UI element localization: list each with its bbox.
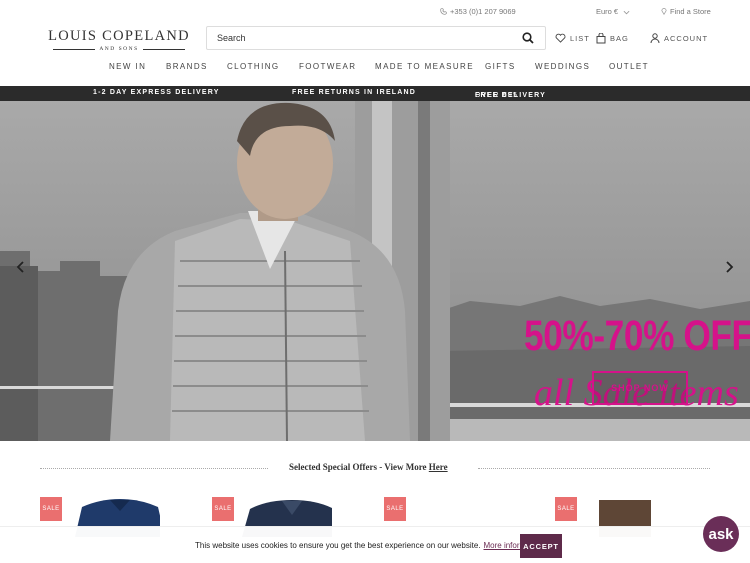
special-offers-heading: Selected Special Offers - View More Here: [40, 462, 710, 474]
main-nav: NEW IN BRANDS CLOTHING FOOTWEAR MADE TO …: [0, 60, 750, 74]
bag-label: BAG: [610, 34, 629, 43]
wishlist-label: LIST: [570, 33, 590, 43]
utility-bar: +353 (0)1 207 9069 Euro € Find a Store: [0, 0, 750, 22]
view-more-link[interactable]: Here: [429, 462, 448, 472]
prev-slide-button[interactable]: [12, 259, 28, 275]
divider-right: [478, 468, 710, 469]
sale-badge: SALE: [384, 497, 406, 521]
chat-button[interactable]: ask: [703, 516, 739, 552]
user-icon: [650, 33, 660, 43]
cookie-banner: This website uses cookies to ensure you …: [0, 526, 750, 563]
hero-banner[interactable]: 50%-70% OFF all Sale items SHOP NOW: [0, 101, 750, 441]
accept-cookies-button[interactable]: ACCEPT: [520, 534, 562, 558]
nav-new-in[interactable]: NEW IN: [109, 62, 146, 71]
special-offers-title: Selected Special Offers - View More Here: [289, 462, 448, 472]
phone-icon: [440, 8, 447, 15]
wishlist-link[interactable]: LIST: [555, 33, 590, 43]
nav-clothing[interactable]: CLOTHING: [227, 62, 280, 71]
heart-icon: [555, 33, 566, 43]
bag-icon: [596, 33, 606, 44]
account-label: ACCOUNT: [664, 33, 709, 43]
nav-outlet[interactable]: OUTLET: [609, 62, 649, 71]
nav-brands[interactable]: BRANDS: [166, 62, 208, 71]
promo-strip: 1-2 DAY EXPRESS DELIVERY FREE RETURNS IN…: [0, 86, 750, 101]
offers-title-text: Selected Special Offers - View More: [289, 462, 427, 472]
account-link[interactable]: ACCOUNT: [650, 33, 708, 43]
nav-gifts[interactable]: GIFTS: [485, 62, 516, 71]
chevron-down-icon: [623, 10, 630, 15]
nav-weddings[interactable]: WEDDINGS: [535, 62, 590, 71]
find-store-label: Find a Store: [670, 7, 711, 16]
search-box: [206, 26, 546, 50]
nav-made-to-measure[interactable]: MADE TO MEASURE: [375, 62, 474, 71]
search-icon[interactable]: [522, 32, 534, 44]
find-store-link[interactable]: Find a Store: [661, 7, 711, 16]
next-slide-button[interactable]: [722, 259, 738, 275]
logo-sub: AND SONS: [41, 46, 197, 52]
divider-left: [40, 468, 268, 469]
cookie-text: This website uses cookies to ensure you …: [195, 541, 481, 550]
free-delivery-threshold: OVER €95: [475, 92, 519, 99]
phone-number: +353 (0)1 207 9069: [450, 7, 516, 16]
nav-footwear[interactable]: FOOTWEAR: [299, 62, 356, 71]
express-delivery-text: 1-2 DAY EXPRESS DELIVERY: [93, 89, 220, 96]
hero-headline: 50%-70% OFF: [524, 312, 750, 360]
chevron-right-icon: [726, 261, 734, 273]
shop-now-button[interactable]: SHOP NOW: [592, 371, 688, 405]
cookie-message: This website uses cookies to ensure you …: [195, 541, 544, 550]
bag-link[interactable]: BAG: [596, 33, 629, 44]
free-returns-text: FREE RETURNS IN IRELAND: [292, 89, 417, 96]
phone-link[interactable]: +353 (0)1 207 9069: [440, 7, 516, 16]
search-input[interactable]: [207, 27, 507, 49]
chevron-left-icon: [16, 261, 24, 273]
map-pin-icon: [661, 8, 667, 15]
currency-selector[interactable]: Euro €: [596, 7, 633, 16]
logo[interactable]: LOUIS COPELAND AND SONS: [41, 28, 197, 52]
currency-label: Euro €: [596, 7, 619, 16]
logo-main: LOUIS COPELAND: [48, 28, 190, 44]
